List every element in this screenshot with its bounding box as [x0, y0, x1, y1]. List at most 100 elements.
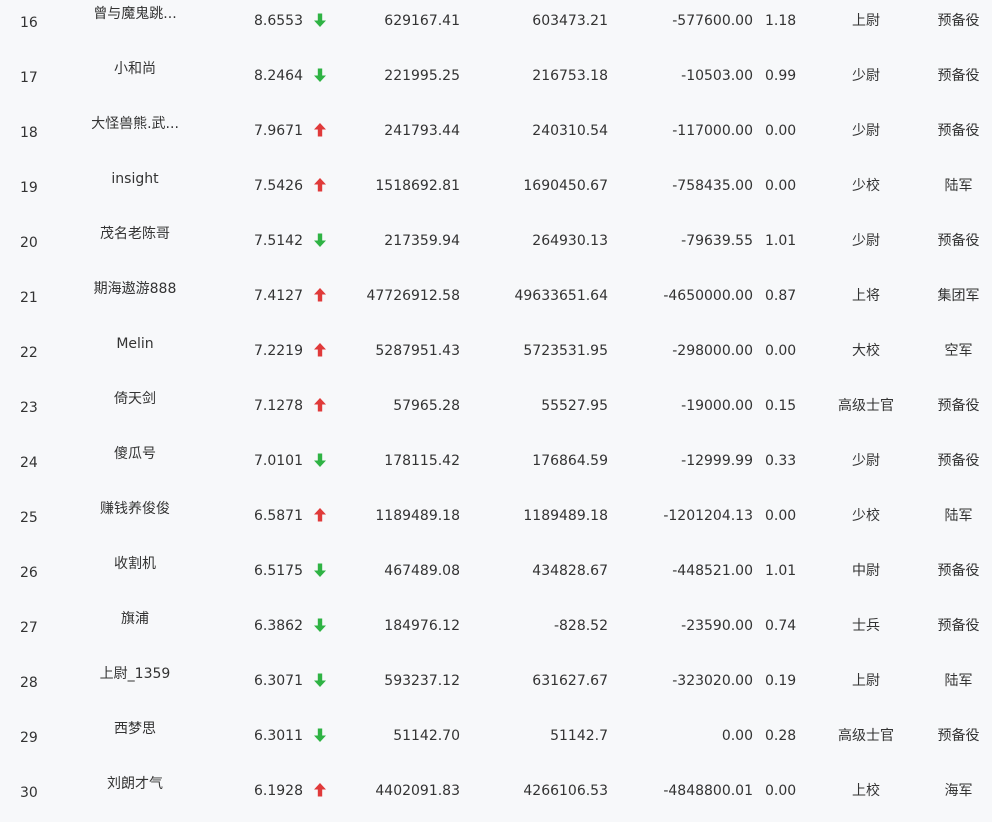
ratio-cell: 0.99	[765, 68, 797, 84]
ratio-cell: 0.87	[765, 288, 797, 304]
table-row[interactable]: 17 小和尚 8.2464 221995.25 216753.18 -10503.00 0.…	[0, 52, 992, 107]
value-2-cell: -828.52	[553, 618, 608, 634]
trader-name[interactable]: insight	[75, 171, 195, 187]
value-2-cell: 603473.21	[532, 13, 608, 29]
ratio-cell: 1.01	[765, 233, 797, 249]
score-cell: 6.3011	[254, 728, 303, 744]
branch-cell: 预备役	[937, 68, 980, 84]
rank-cell: 19	[20, 180, 38, 196]
value-1-cell: 4402091.83	[375, 783, 460, 799]
branch-cell: 预备役	[937, 618, 980, 634]
value-3-cell: -1201204.13	[663, 508, 753, 524]
military-rank-cell: 上尉	[852, 673, 880, 689]
arrow-up-icon	[313, 287, 327, 303]
value-2-cell: 1690450.67	[523, 178, 608, 194]
table-row[interactable]: 27 旗浦 6.3862 184976.12 -828.52 -23590.00 0.74 士…	[0, 602, 992, 657]
value-1-cell: 593237.12	[384, 673, 460, 689]
table-row[interactable]: 22 Melin 7.2219 5287951.43 5723531.95 -298000…	[0, 327, 992, 382]
score-cell: 7.2219	[254, 343, 303, 359]
table-row[interactable]: 28 上尉_1359 6.3071 593237.12 631627.67 -323020…	[0, 657, 992, 712]
value-1-cell: 5287951.43	[375, 343, 460, 359]
value-2-cell: 434828.67	[532, 563, 608, 579]
ratio-cell: 0.28	[765, 728, 797, 744]
value-2-cell: 49633651.64	[514, 288, 608, 304]
rank-cell: 16	[20, 15, 38, 31]
branch-cell: 预备役	[937, 563, 980, 579]
value-2-cell: 264930.13	[532, 233, 608, 249]
table-row[interactable]: 29 西梦思 6.3011 51142.70 51142.7 0.00 0.28 高级士官 预备…	[0, 712, 992, 767]
value-2-cell: 51142.7	[550, 728, 608, 744]
trader-name[interactable]: 小和尚	[75, 61, 195, 77]
table-row[interactable]: 24 傻瓜号 7.0101 178115.42 176864.59 -12999.99 0.…	[0, 437, 992, 492]
ratio-cell: 1.01	[765, 563, 797, 579]
trader-name[interactable]: 上尉_1359	[75, 666, 195, 682]
trader-name[interactable]: 收割机	[75, 556, 195, 572]
value-3-cell: -23590.00	[681, 618, 753, 634]
value-3-cell: -323020.00	[672, 673, 753, 689]
branch-cell: 预备役	[937, 728, 980, 744]
military-rank-cell: 大校	[852, 343, 880, 359]
military-rank-cell: 上将	[852, 288, 880, 304]
table-row[interactable]: 19 insight 7.5426 1518692.81 1690450.67 -7584…	[0, 162, 992, 217]
arrow-down-icon	[313, 12, 327, 28]
value-2-cell: 4266106.53	[523, 783, 608, 799]
trader-name[interactable]: 旗浦	[75, 611, 195, 627]
arrow-up-icon	[313, 782, 327, 798]
arrow-down-icon	[313, 67, 327, 83]
score-cell: 6.3862	[254, 618, 303, 634]
branch-cell: 空军	[944, 343, 973, 359]
trader-name[interactable]: Melin	[75, 336, 195, 352]
ratio-cell: 0.00	[765, 508, 797, 524]
value-3-cell: -79639.55	[681, 233, 753, 249]
trader-name[interactable]: 傻瓜号	[75, 446, 195, 462]
table-row[interactable]: 23 倚天剑 7.1278 57965.28 55527.95 -19000.00 0.15…	[0, 382, 992, 437]
branch-cell: 预备役	[937, 123, 980, 139]
trader-name[interactable]: 期海遨游888	[75, 281, 195, 297]
military-rank-cell: 少尉	[852, 123, 880, 139]
score-cell: 7.4127	[254, 288, 303, 304]
arrow-down-icon	[313, 562, 327, 578]
value-2-cell: 176864.59	[532, 453, 608, 469]
military-rank-cell: 上校	[852, 783, 880, 799]
military-rank-cell: 少尉	[852, 68, 880, 84]
value-1-cell: 51142.70	[393, 728, 460, 744]
table-row[interactable]: 30 刘朗才气 6.1928 4402091.83 4266106.53 -4848800…	[0, 767, 992, 822]
trader-name[interactable]: 曾与魔鬼跳...	[75, 6, 195, 22]
table-row[interactable]: 21 期海遨游888 7.4127 47726912.58 49633651.64 -46…	[0, 272, 992, 327]
arrow-up-icon	[313, 177, 327, 193]
trader-name[interactable]: 赚钱养俊俊	[75, 501, 195, 517]
table-row[interactable]: 25 赚钱养俊俊 6.5871 1189489.18 1189489.18 -120120…	[0, 492, 992, 547]
trader-name[interactable]: 倚天剑	[75, 391, 195, 407]
trader-name[interactable]: 茂名老陈哥	[75, 226, 195, 242]
value-1-cell: 57965.28	[393, 398, 460, 414]
table-row[interactable]: 18 大怪兽熊.武... 7.9671 241793.44 240310.54 -1170…	[0, 107, 992, 162]
score-cell: 6.3071	[254, 673, 303, 689]
ratio-cell: 0.15	[765, 398, 797, 414]
arrow-up-icon	[313, 122, 327, 138]
table-row[interactable]: 26 收割机 6.5175 467489.08 434828.67 -448521.00 1…	[0, 547, 992, 602]
trader-name[interactable]: 大怪兽熊.武...	[75, 116, 195, 132]
branch-cell: 海军	[944, 783, 973, 799]
rank-cell: 18	[20, 125, 38, 141]
score-cell: 8.6553	[254, 13, 303, 29]
arrow-up-icon	[313, 507, 327, 523]
score-cell: 7.0101	[254, 453, 303, 469]
ratio-cell: 0.00	[765, 783, 797, 799]
military-rank-cell: 中尉	[852, 563, 880, 579]
table-row[interactable]: 20 茂名老陈哥 7.5142 217359.94 264930.13 -79639.55…	[0, 217, 992, 272]
value-1-cell: 184976.12	[384, 618, 460, 634]
trader-name[interactable]: 刘朗才气	[75, 776, 195, 792]
value-3-cell: -12999.99	[681, 453, 753, 469]
value-3-cell: -117000.00	[672, 123, 753, 139]
score-cell: 7.5142	[254, 233, 303, 249]
value-1-cell: 217359.94	[384, 233, 460, 249]
score-cell: 7.9671	[254, 123, 303, 139]
value-3-cell: -448521.00	[672, 563, 753, 579]
military-rank-cell: 高级士官	[838, 728, 894, 744]
trader-name[interactable]: 西梦思	[75, 721, 195, 737]
score-cell: 8.2464	[254, 68, 303, 84]
rank-cell: 25	[20, 510, 38, 526]
value-3-cell: 0.00	[721, 728, 753, 744]
table-row[interactable]: 16 曾与魔鬼跳... 8.6553 629167.41 603473.21 -57760…	[0, 0, 992, 52]
value-1-cell: 467489.08	[384, 563, 460, 579]
